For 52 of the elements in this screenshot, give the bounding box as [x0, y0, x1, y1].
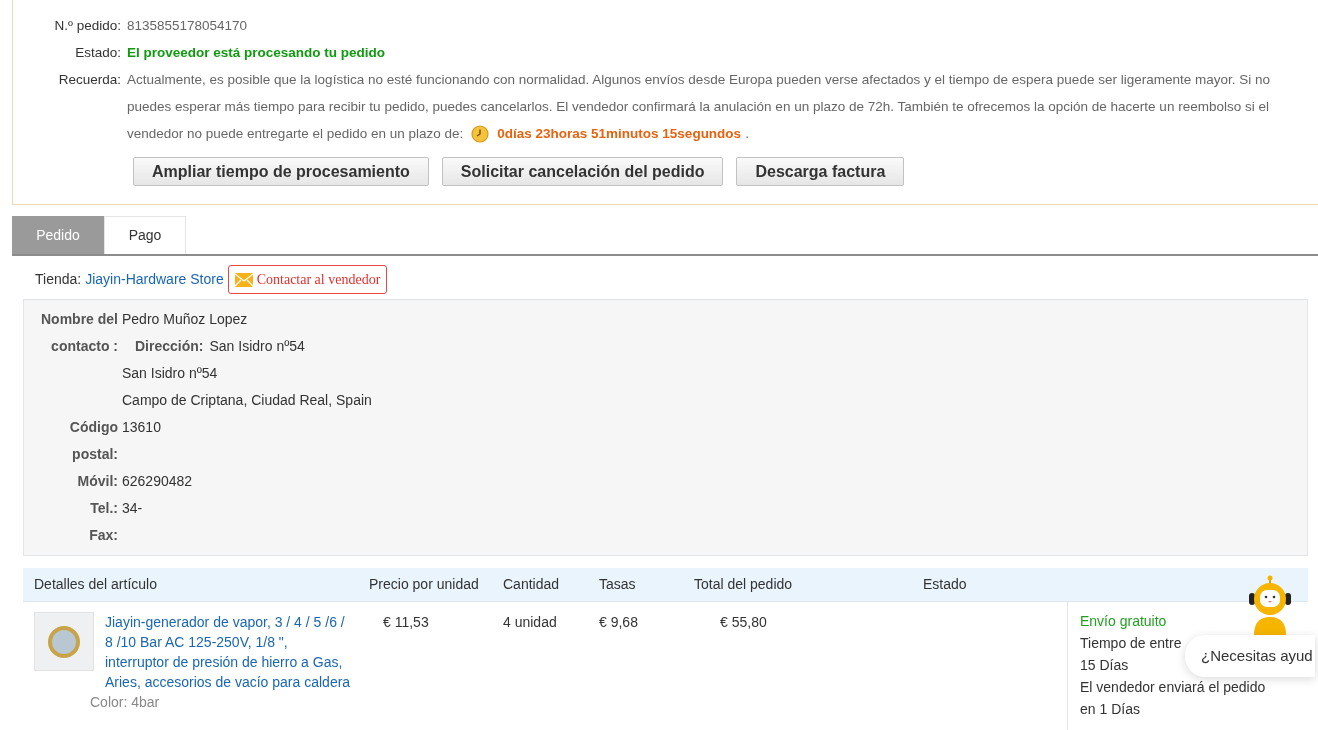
reminder-text: puedes esperar más tiempo para recibir tu pedido, puedes cancelarlos. El vendedor confirmará la anulación en un plazo de 72h. También te ofrecemos la opción de hacerte un reembolso si el: [127, 98, 1269, 116]
store-label: Tienda:: [35, 270, 82, 289]
envelope-icon: [234, 272, 253, 287]
column-header: Detalles del artículo: [33, 575, 158, 594]
contact-seller-button[interactable]: Contactar al vendedor: [227, 265, 388, 294]
product-link[interactable]: Jiayin-generador de vapor, 3 / 4 / 5 /6 / 8 /10 Bar AC 125-250V, 1/8 ", interruptor de presión de hierro a Gas, Aries, accesorios de vacío para caldera: [92, 612, 354, 692]
address-label: Fax:: [88, 526, 119, 545]
field-value: 8135855178054170: [127, 17, 248, 35]
free-shipping-text: Envío gratuito: [1080, 612, 1167, 631]
field-label: Recuerda:: [57, 71, 122, 89]
period-text: .: [745, 125, 749, 143]
column-header: Cantidad: [503, 575, 561, 594]
action-button[interactable]: Solicitar cancelación del pedido: [441, 157, 724, 186]
address-value: Pedro Muñoz Lopez: [122, 310, 248, 329]
address-label: Dirección:: [135, 337, 204, 356]
clock-icon: [471, 124, 490, 143]
shipping-info: Tiempo de entre: [1080, 634, 1182, 653]
address-value: Campo de Criptana, Ciudad Real, Spain: [122, 391, 372, 410]
address-label: Tel.:: [89, 499, 119, 518]
tab[interactable]: Pago: [104, 216, 186, 254]
column-header: Total del pedido: [694, 575, 794, 594]
address-label: Móvil:: [76, 472, 119, 491]
action-button[interactable]: Descarga factura: [736, 157, 905, 186]
field-label: N.º pedido:: [53, 17, 122, 35]
action-button[interactable]: Ampliar tiempo de procesamiento: [133, 157, 429, 186]
table-cell-text: € 9,68: [599, 613, 639, 632]
column-header: Tasas: [599, 575, 637, 594]
address-value: San Isidro nº54: [209, 337, 305, 356]
reminder-text: Actualmente, es posible que la logística no esté funcionando con normalidad. Algunos envíos desde Europa pueden verse afectados y el tiempo de espera puede ser ligeramente mayor. Si no: [127, 71, 1270, 89]
address-label: Código postal:: [68, 418, 119, 464]
store-link[interactable]: Jiayin-Hardware Store: [85, 269, 224, 290]
field-value: El proveedor está procesando tu pedido: [127, 44, 386, 62]
address-value: 34-: [122, 499, 143, 518]
help-bubble[interactable]: ¿Necesitas ayud: [1185, 635, 1315, 677]
address-value: 13610: [122, 418, 161, 437]
table-cell-text: 4 unidad: [503, 613, 558, 632]
shipping-info: El vendedor enviará el pedido: [1080, 678, 1266, 697]
product-variant: Color: 4bar: [90, 693, 161, 712]
address-value: San Isidro nº54: [122, 364, 218, 383]
reminder-text: vendedor no puede entregarte el pedido en un plazo de:: [127, 125, 464, 143]
address-value: 626290482: [122, 472, 193, 491]
product-photo: [34, 612, 94, 671]
shipping-info: en 1 Días: [1080, 700, 1140, 719]
table-cell-text: € 11,53: [382, 613, 430, 632]
column-header: Precio por unidad: [369, 575, 480, 594]
shipping-info: 15 Días: [1080, 656, 1129, 675]
table-cell-text: € 55,80: [719, 613, 768, 632]
robot-icon[interactable]: [1246, 575, 1294, 637]
column-header: Estado: [923, 575, 968, 594]
countdown-timer: 0días 23horas 51minutos 15segundos: [497, 125, 742, 143]
field-label: Estado:: [74, 44, 122, 62]
address-label: Nombre del contacto :: [40, 310, 119, 356]
